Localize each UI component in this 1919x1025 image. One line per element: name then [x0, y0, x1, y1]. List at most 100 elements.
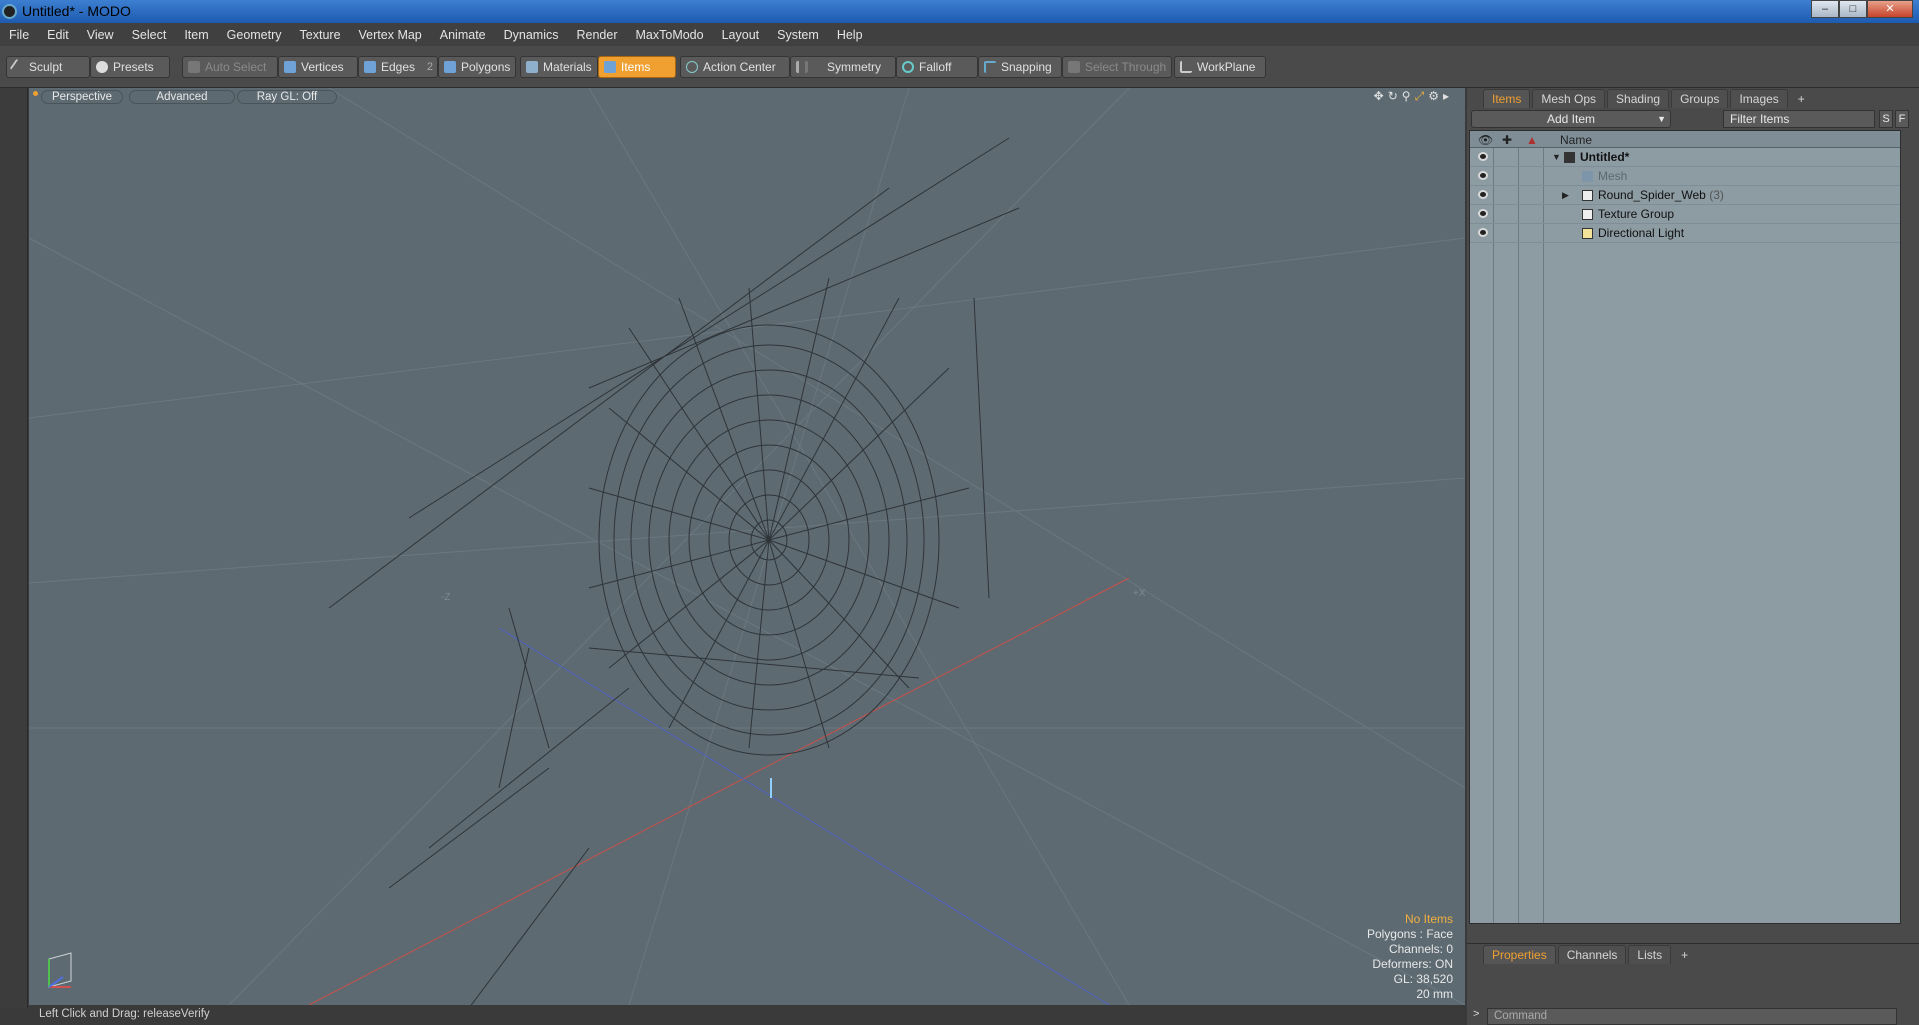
tree-row-directional-light[interactable]: Directional Light — [1470, 224, 1900, 243]
eye-icon[interactable] — [1478, 171, 1488, 180]
s-button[interactable]: S — [1879, 110, 1893, 128]
workplane-button[interactable]: WorkPlane — [1174, 56, 1266, 78]
vertices-label: Vertices — [301, 60, 344, 74]
snapping-label: Snapping — [1001, 60, 1052, 74]
menu-view[interactable]: View — [78, 28, 123, 42]
tree-label-mesh: Mesh — [1598, 169, 1628, 183]
menu-help[interactable]: Help — [828, 28, 872, 42]
vertices-icon — [284, 61, 296, 73]
select-through-button[interactable]: Select Through — [1062, 56, 1172, 78]
command-input[interactable]: Command — [1487, 1008, 1897, 1025]
column-divider — [1543, 131, 1544, 923]
tree-row-texture-group[interactable]: Texture Group — [1470, 205, 1900, 224]
tab-items[interactable]: Items — [1483, 89, 1531, 108]
tab-images[interactable]: Images — [1730, 89, 1788, 108]
menu-layout[interactable]: Layout — [713, 28, 769, 42]
add-item-label: Add Item — [1546, 112, 1596, 126]
edges-count: 2 — [426, 61, 433, 73]
tree-row-mesh[interactable]: Mesh — [1470, 167, 1900, 186]
tab-groups[interactable]: Groups — [1671, 89, 1729, 108]
auto-select-button[interactable]: Auto Select — [182, 56, 278, 78]
symmetry-button[interactable]: Symmetry — [790, 56, 896, 78]
menu-select[interactable]: Select — [123, 28, 176, 42]
name-column-header[interactable]: Name — [1560, 133, 1592, 147]
close-button[interactable]: ✕ — [1867, 0, 1913, 18]
render-header-icon: ▲ — [1526, 133, 1538, 147]
gear-icon[interactable]: ⚙ — [1428, 89, 1439, 104]
scale-info: 20 mm — [1416, 987, 1453, 1001]
filter-items-input[interactable]: Filter Items — [1723, 110, 1875, 128]
falloff-button[interactable]: Falloff — [896, 56, 978, 78]
fit-view-icon[interactable]: ⤢ — [1415, 89, 1425, 104]
add-tab-icon[interactable]: + — [1790, 90, 1813, 108]
vertices-button[interactable]: Vertices — [278, 56, 358, 78]
snapping-icon — [984, 61, 996, 73]
tab-lists[interactable]: Lists — [1628, 945, 1672, 964]
tree-row-scene[interactable]: ▼ Untitled* — [1470, 148, 1900, 167]
action-center-button[interactable]: Action Center — [680, 56, 790, 78]
raygl-tab[interactable]: Ray GL: Off — [237, 90, 337, 104]
materials-button[interactable]: Materials — [520, 56, 598, 78]
items-toolbar: Add Item ▼ Filter Items S F — [1467, 108, 1919, 130]
3d-viewport[interactable]: -Z +X Perspective Advanced Ray GL: Off ✥… — [29, 88, 1465, 1005]
menu-maxtomodo[interactable]: MaxToModo — [627, 28, 713, 42]
presets-label: Presets — [113, 60, 154, 74]
viewport-info-overlay: No Items Polygons : Face Channels: 0 Def… — [1367, 912, 1453, 1002]
polygons-icon — [444, 61, 456, 73]
minimize-button[interactable]: – — [1811, 0, 1839, 18]
edges-label: Edges — [381, 60, 416, 74]
perspective-tab[interactable]: Perspective — [41, 90, 124, 104]
edges-button[interactable]: Edges 2 — [358, 56, 438, 78]
light-icon — [1582, 228, 1593, 239]
items-icon — [604, 61, 616, 73]
items-button[interactable]: Items — [598, 56, 676, 78]
tab-mesh-ops[interactable]: Mesh Ops — [1532, 89, 1606, 108]
neg-z-label: -Z — [441, 592, 450, 603]
snapping-button[interactable]: Snapping — [978, 56, 1062, 78]
maximize-button[interactable]: □ — [1839, 0, 1867, 18]
menu-texture[interactable]: Texture — [291, 28, 350, 42]
tab-channels[interactable]: Channels — [1557, 945, 1627, 964]
polygons-button[interactable]: Polygons — [438, 56, 516, 78]
materials-icon — [526, 61, 538, 73]
menu-render[interactable]: Render — [568, 28, 627, 42]
pos-x-label: +X — [1133, 588, 1146, 599]
eye-icon[interactable] — [1478, 228, 1488, 237]
tree-label-spider-web: Round_Spider_Web (3) — [1598, 186, 1724, 204]
tree-label-directional-light: Directional Light — [1598, 226, 1685, 240]
menu-item[interactable]: Item — [175, 28, 217, 42]
add-item-button[interactable]: Add Item ▼ — [1471, 110, 1671, 128]
add-tab-icon[interactable]: + — [1673, 946, 1696, 964]
rotate-view-icon[interactable]: ↻ — [1388, 89, 1398, 104]
sculpt-button[interactable]: Sculpt — [6, 56, 90, 78]
menu-animate[interactable]: Animate — [431, 28, 495, 42]
title-bar: Untitled* - MODO – □ ✕ — [0, 0, 1919, 23]
expand-arrow-icon[interactable]: ▶ — [1562, 186, 1569, 204]
lock-header-icon: ✚ — [1502, 133, 1513, 147]
eye-icon[interactable] — [1478, 209, 1488, 218]
eye-icon[interactable] — [1478, 190, 1488, 199]
menu-file[interactable]: File — [0, 28, 38, 42]
menu-edit[interactable]: Edit — [38, 28, 78, 42]
tab-properties[interactable]: Properties — [1483, 945, 1556, 964]
menu-dynamics[interactable]: Dynamics — [495, 28, 568, 42]
eye-icon[interactable] — [1478, 152, 1488, 161]
viewport-menu-icon[interactable] — [33, 91, 38, 96]
scene-canvas: -Z +X — [29, 88, 1465, 1005]
advanced-tab[interactable]: Advanced — [129, 90, 235, 104]
status-bar: Left Click and Drag: releaseVerify — [29, 1005, 1465, 1025]
items-panel-tabs: Items Mesh Ops Shading Groups Images + — [1467, 88, 1919, 108]
modo-logo-icon — [2, 4, 17, 19]
menu-geometry[interactable]: Geometry — [218, 28, 291, 42]
presets-button[interactable]: Presets — [90, 56, 170, 78]
expand-arrow-icon[interactable]: ▼ — [1552, 148, 1561, 166]
tab-shading[interactable]: Shading — [1607, 89, 1670, 108]
expand-arrow-icon[interactable]: ▸ — [1443, 89, 1449, 104]
menu-vertex-map[interactable]: Vertex Map — [350, 28, 431, 42]
select-through-label: Select Through — [1085, 60, 1167, 74]
zoom-view-icon[interactable]: ⚲ — [1402, 89, 1411, 104]
f-button[interactable]: F — [1895, 110, 1909, 128]
menu-system[interactable]: System — [768, 28, 828, 42]
tree-row-spider-web[interactable]: ▶ Round_Spider_Web (3) — [1470, 186, 1900, 205]
move-view-icon[interactable]: ✥ — [1374, 89, 1384, 104]
